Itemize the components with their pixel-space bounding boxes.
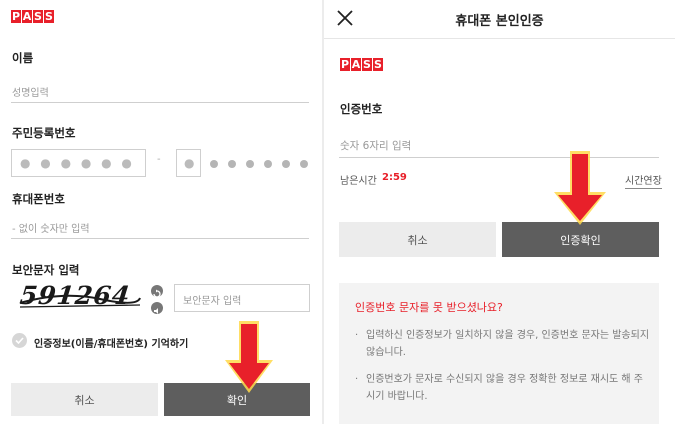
page-title: 휴대폰 본인인증: [455, 14, 544, 29]
phone-verification-panel: 휴대폰 본인인증 P A S S 인증번호 숫자 6자리 입력 남은시간 2:5…: [324, 0, 675, 424]
captcha-input[interactable]: 보안문자 입력: [174, 284, 310, 312]
name-input-underline: [11, 102, 309, 103]
pass-logo: P A S S: [11, 10, 54, 23]
phone-input-underline: [11, 238, 309, 239]
audio-icon[interactable]: [151, 302, 163, 314]
timer-value: 2:59: [382, 172, 407, 183]
captcha-image: 591264: [18, 281, 143, 311]
name-input[interactable]: 성명입력: [12, 84, 49, 99]
remember-checkbox[interactable]: [12, 333, 27, 348]
rrn-hidden-dot: [246, 160, 254, 168]
rrn-dash: -: [157, 154, 161, 165]
rrn-hidden-dot: [282, 160, 290, 168]
check-icon: [15, 337, 24, 345]
header-divider: [324, 38, 675, 39]
help-item: · 입력하신 인증정보가 일치하지 않을 경우, 인증번호 문자는 발송되지 않…: [355, 330, 650, 358]
help-box: 인증번호 문자를 못 받으셨나요? · 입력하신 인증정보가 일치하지 않을 경…: [339, 283, 659, 424]
rrn-hidden-dot: [300, 160, 308, 168]
remember-label: 인증정보(이름/휴대폰번호) 기억하기: [34, 339, 189, 350]
cancel-button[interactable]: 취소: [11, 383, 158, 416]
phone-input[interactable]: - 없이 숫자만 입력: [12, 220, 90, 235]
rrn-front-input[interactable]: ● ● ● ● ● ●: [11, 149, 146, 177]
rrn-hidden-dot: [264, 160, 272, 168]
rrn-label: 주민등록번호: [12, 126, 76, 140]
rrn-back-first-input[interactable]: ●: [176, 149, 201, 177]
help-item: · 인증번호가 문자로 수신되지 않을 경우 정확한 정보로 재시도 해 주시기…: [355, 374, 644, 402]
rrn-hidden-dot: [228, 160, 236, 168]
refresh-icon[interactable]: [151, 285, 163, 298]
extend-time-link[interactable]: 시간연장: [625, 172, 662, 189]
cancel-button[interactable]: 취소: [339, 222, 496, 257]
rrn-hidden-dot: [210, 160, 218, 168]
name-label: 이름: [12, 51, 34, 65]
phone-label: 휴대폰번호: [12, 192, 65, 206]
auth-code-input[interactable]: 숫자 6자리 입력: [340, 138, 411, 153]
timer-label: 남은시간: [340, 176, 377, 187]
identity-form-panel: P A S S 이름 성명입력 주민등록번호 ● ● ● ● ● ● - ● 휴…: [0, 0, 322, 424]
help-title: 인증번호 문자를 못 받으셨나요?: [355, 301, 503, 314]
rrn-front-mask: ● ● ● ● ● ●: [20, 156, 135, 170]
captcha-label: 보안문자 입력: [12, 263, 80, 277]
down-arrow-icon: [225, 321, 273, 393]
auth-code-label: 인증번호: [340, 102, 383, 116]
rrn-back-first-digit: ●: [184, 156, 198, 170]
down-arrow-icon: [554, 151, 606, 225]
auth-code-underline: [339, 157, 659, 158]
pass-logo: P A S S: [340, 58, 383, 71]
